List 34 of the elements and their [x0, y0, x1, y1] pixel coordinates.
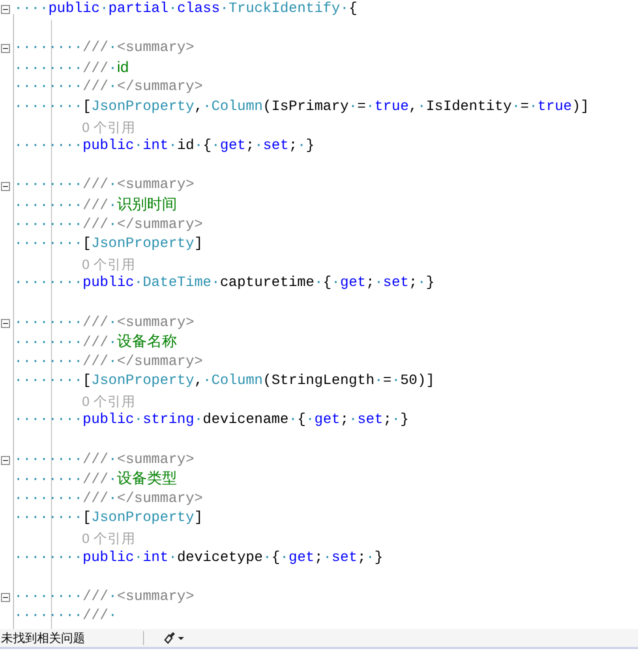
- code-line: ········///·<summary>: [14, 314, 194, 332]
- issues-status-text: 未找到相关问题: [0, 630, 86, 646]
- code-line: ········///·</summary>: [14, 216, 203, 235]
- code-line: ········///·<summary>: [14, 39, 194, 58]
- reference-count-link[interactable]: 0 个引用: [82, 254, 136, 274]
- collapse-icon[interactable]: [1, 44, 10, 54]
- code-line: ········///·</summary>: [14, 352, 203, 372]
- reference-count-link[interactable]: 0 个引用: [82, 529, 136, 549]
- code-line: ········public·DateTime·capturetime·{·get;·set;·}: [14, 274, 435, 294]
- code-line: ········[JsonProperty]: [14, 509, 203, 528]
- code-line: ········///·<summary>: [14, 450, 194, 470]
- code-line: ········///·id: [14, 58, 129, 79]
- code-line: ········///·设备名称: [14, 332, 177, 354]
- code-line: ········///·: [14, 607, 117, 626]
- collapse-icon[interactable]: [1, 182, 10, 191]
- code-line: ····public·partial·class·TruckIdentify·{: [14, 0, 358, 19]
- code-line: ········public·string·devicename·{·get;·set;·}: [14, 411, 409, 430]
- code-line: ········[JsonProperty,·Column(IsPrimary·=·true,·IsIdentity·=·true)]: [14, 98, 590, 117]
- code-line: ········public·int·devicetype·{·get;·set;·}: [14, 548, 384, 568]
- code-line: ········///·<summary>: [14, 588, 194, 607]
- code-line: ········///·</summary>: [14, 78, 203, 98]
- code-line: ········///·<summary>: [14, 176, 194, 196]
- code-line: ········[JsonProperty,·Column(StringLength·=·50)]: [14, 372, 435, 392]
- code-line: ········///·设备类型: [14, 469, 177, 490]
- reference-count-link[interactable]: 0 个引用: [82, 118, 136, 138]
- code-line: ········///·</summary>: [14, 490, 203, 509]
- collapse-icon[interactable]: [1, 318, 10, 328]
- code-line: ········///·识别时间: [14, 194, 177, 216]
- code-line: ········[JsonProperty]: [14, 235, 203, 254]
- collapse-icon[interactable]: [1, 456, 10, 465]
- code-line: ········public·int·id·{·get;·set;·}: [14, 137, 314, 156]
- collapse-icon[interactable]: [1, 5, 10, 14]
- collapse-icon[interactable]: [1, 593, 10, 602]
- reference-count-link[interactable]: 0 个引用: [82, 392, 136, 412]
